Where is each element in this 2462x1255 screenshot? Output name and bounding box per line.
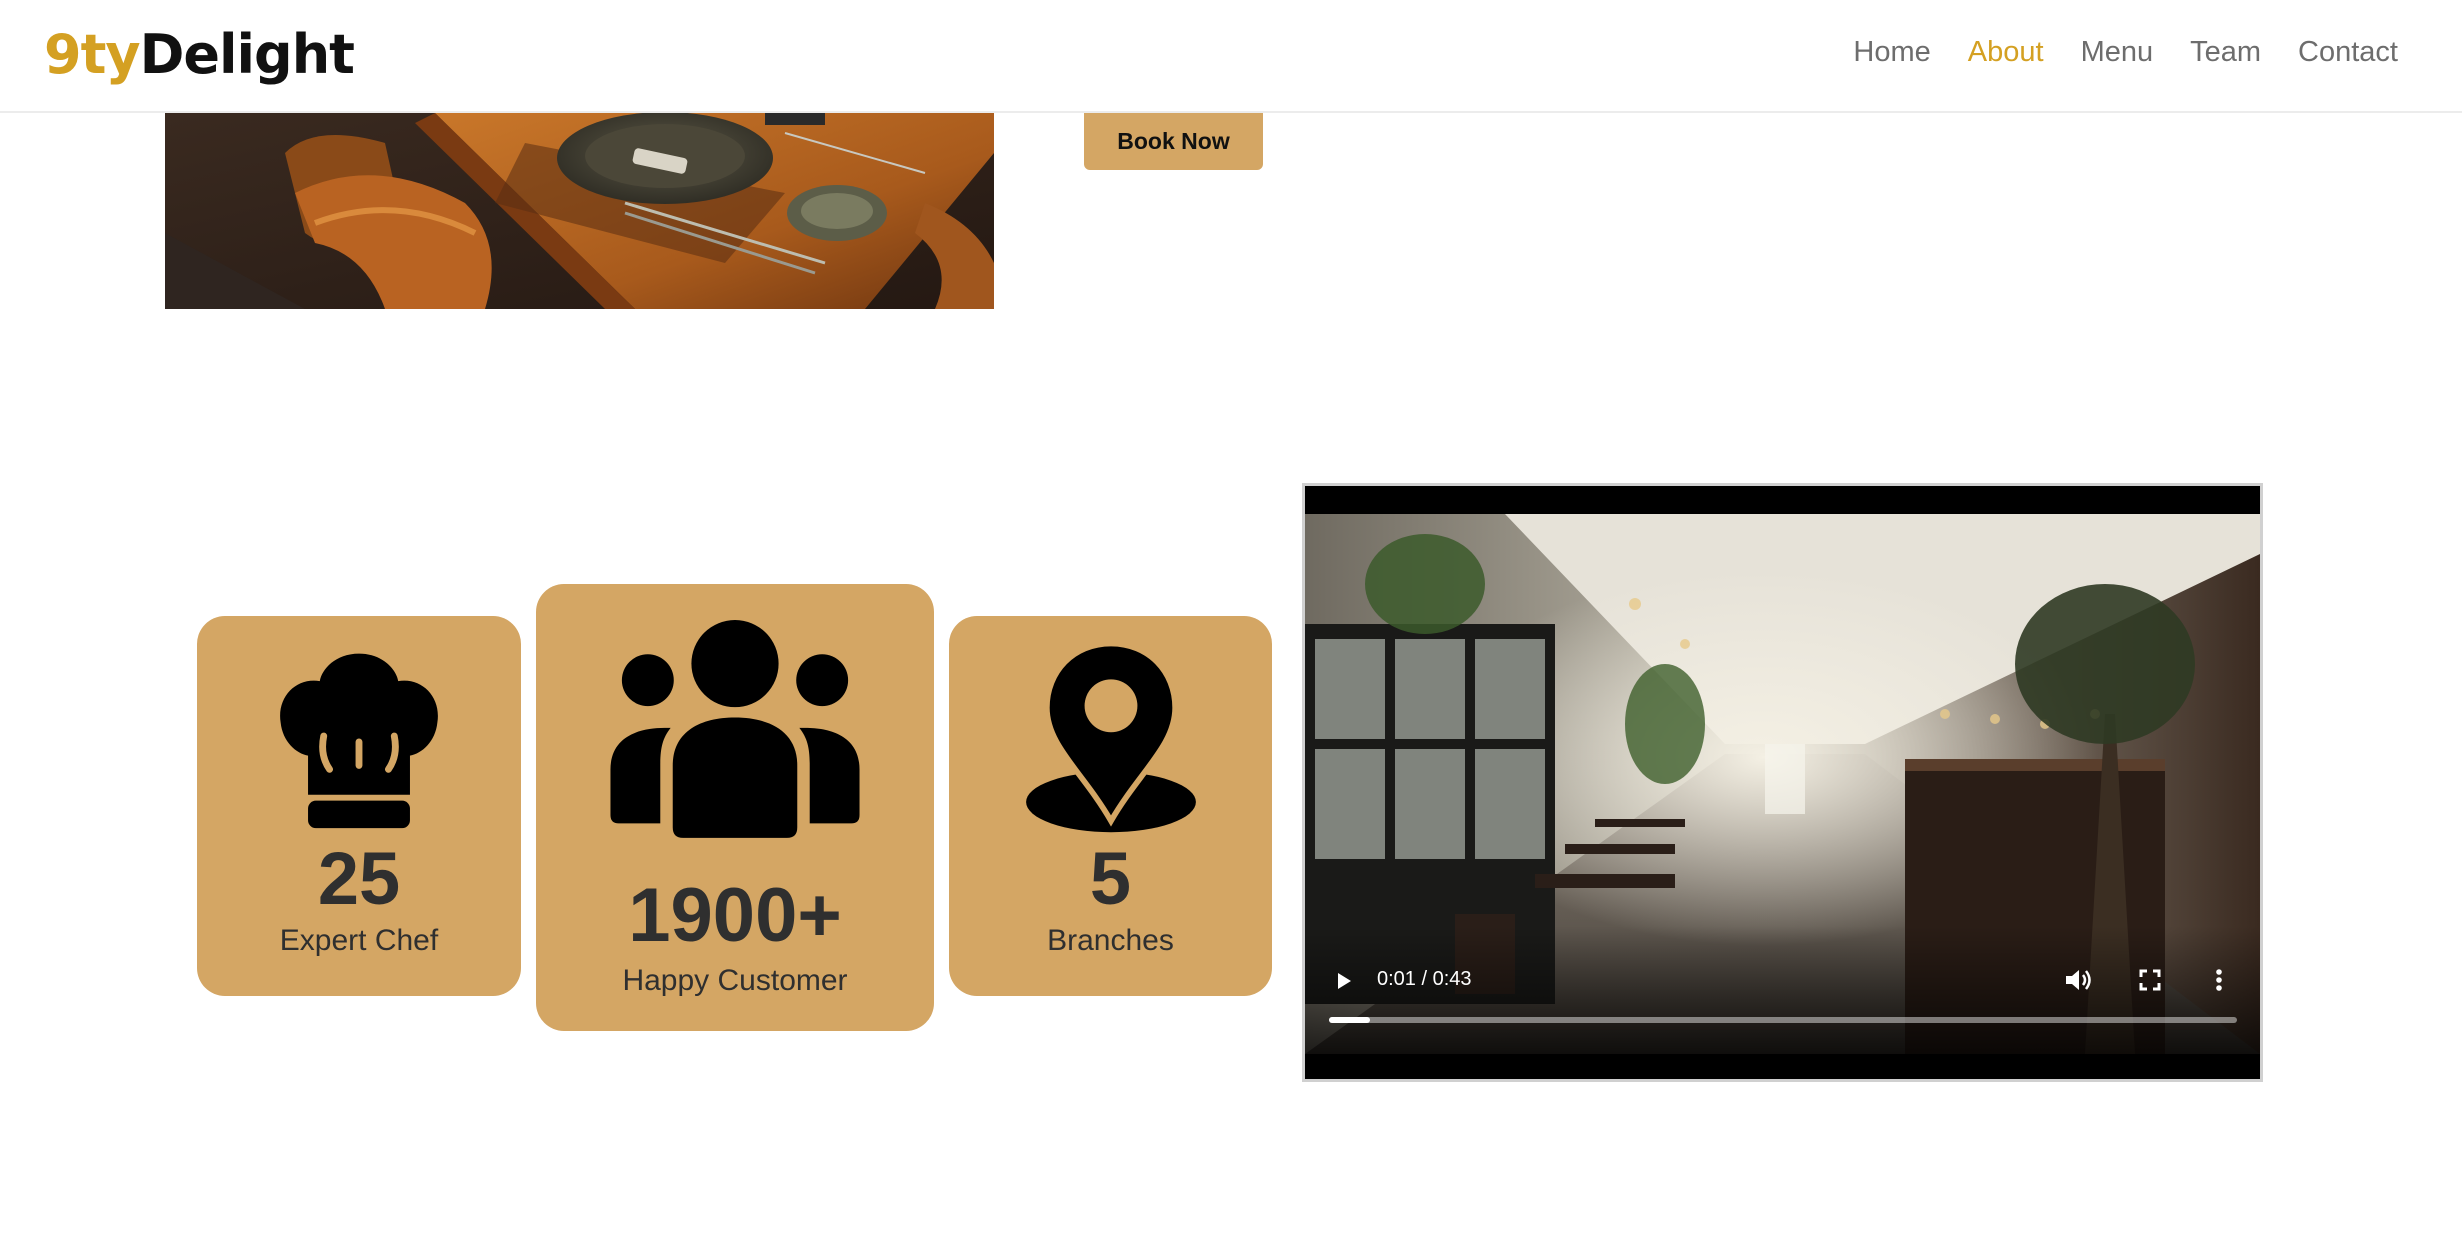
nav-about[interactable]: About	[1968, 38, 2044, 67]
fullscreen-icon[interactable]	[2135, 965, 2165, 995]
stat-label-branches: Branches	[1047, 924, 1174, 957]
play-icon[interactable]	[1329, 966, 1359, 996]
video-time: 0:01 / 0:43	[1377, 968, 1472, 990]
stat-value-branches: 5	[1089, 837, 1132, 920]
restaurant-table-image	[165, 113, 994, 309]
main-nav: Home About Menu Team Contact	[1853, 38, 2398, 67]
video-progress-bar[interactable]	[1329, 1017, 2237, 1023]
logo-accent: 9ty	[44, 23, 141, 86]
logo-main: Delight	[139, 23, 355, 86]
stat-label-customers: Happy Customer	[622, 964, 848, 997]
stat-label-chefs: Expert Chef	[279, 924, 439, 957]
stat-value-chefs: 25	[317, 837, 401, 920]
nav-contact[interactable]: Contact	[2298, 38, 2398, 67]
location-pin-icon	[1025, 640, 1196, 833]
stat-card-customers: 1900+ Happy Customer	[536, 584, 934, 1031]
book-now-button[interactable]: Book Now	[1084, 113, 1263, 170]
stat-value-customers: 1900+	[628, 873, 842, 958]
site-header: 9tyDelight Home About Menu Team Contact	[0, 0, 2462, 113]
nav-home[interactable]: Home	[1853, 38, 1930, 67]
nav-menu[interactable]: Menu	[2081, 38, 2154, 67]
logo[interactable]: 9tyDelight	[44, 28, 355, 82]
video-progress-fill	[1329, 1017, 1370, 1023]
stat-card-chefs: 25 Expert Chef	[197, 616, 521, 996]
volume-icon[interactable]	[2061, 963, 2095, 997]
more-options-icon[interactable]	[2209, 963, 2229, 997]
group-icon	[610, 620, 860, 838]
video-player[interactable]: 0:01 / 0:43	[1302, 483, 2263, 1082]
video-controls-overlay	[1305, 926, 2260, 1056]
chef-hat-icon	[280, 653, 438, 829]
nav-team[interactable]: Team	[2190, 38, 2261, 67]
stat-card-branches: 5 Branches	[949, 616, 1272, 996]
